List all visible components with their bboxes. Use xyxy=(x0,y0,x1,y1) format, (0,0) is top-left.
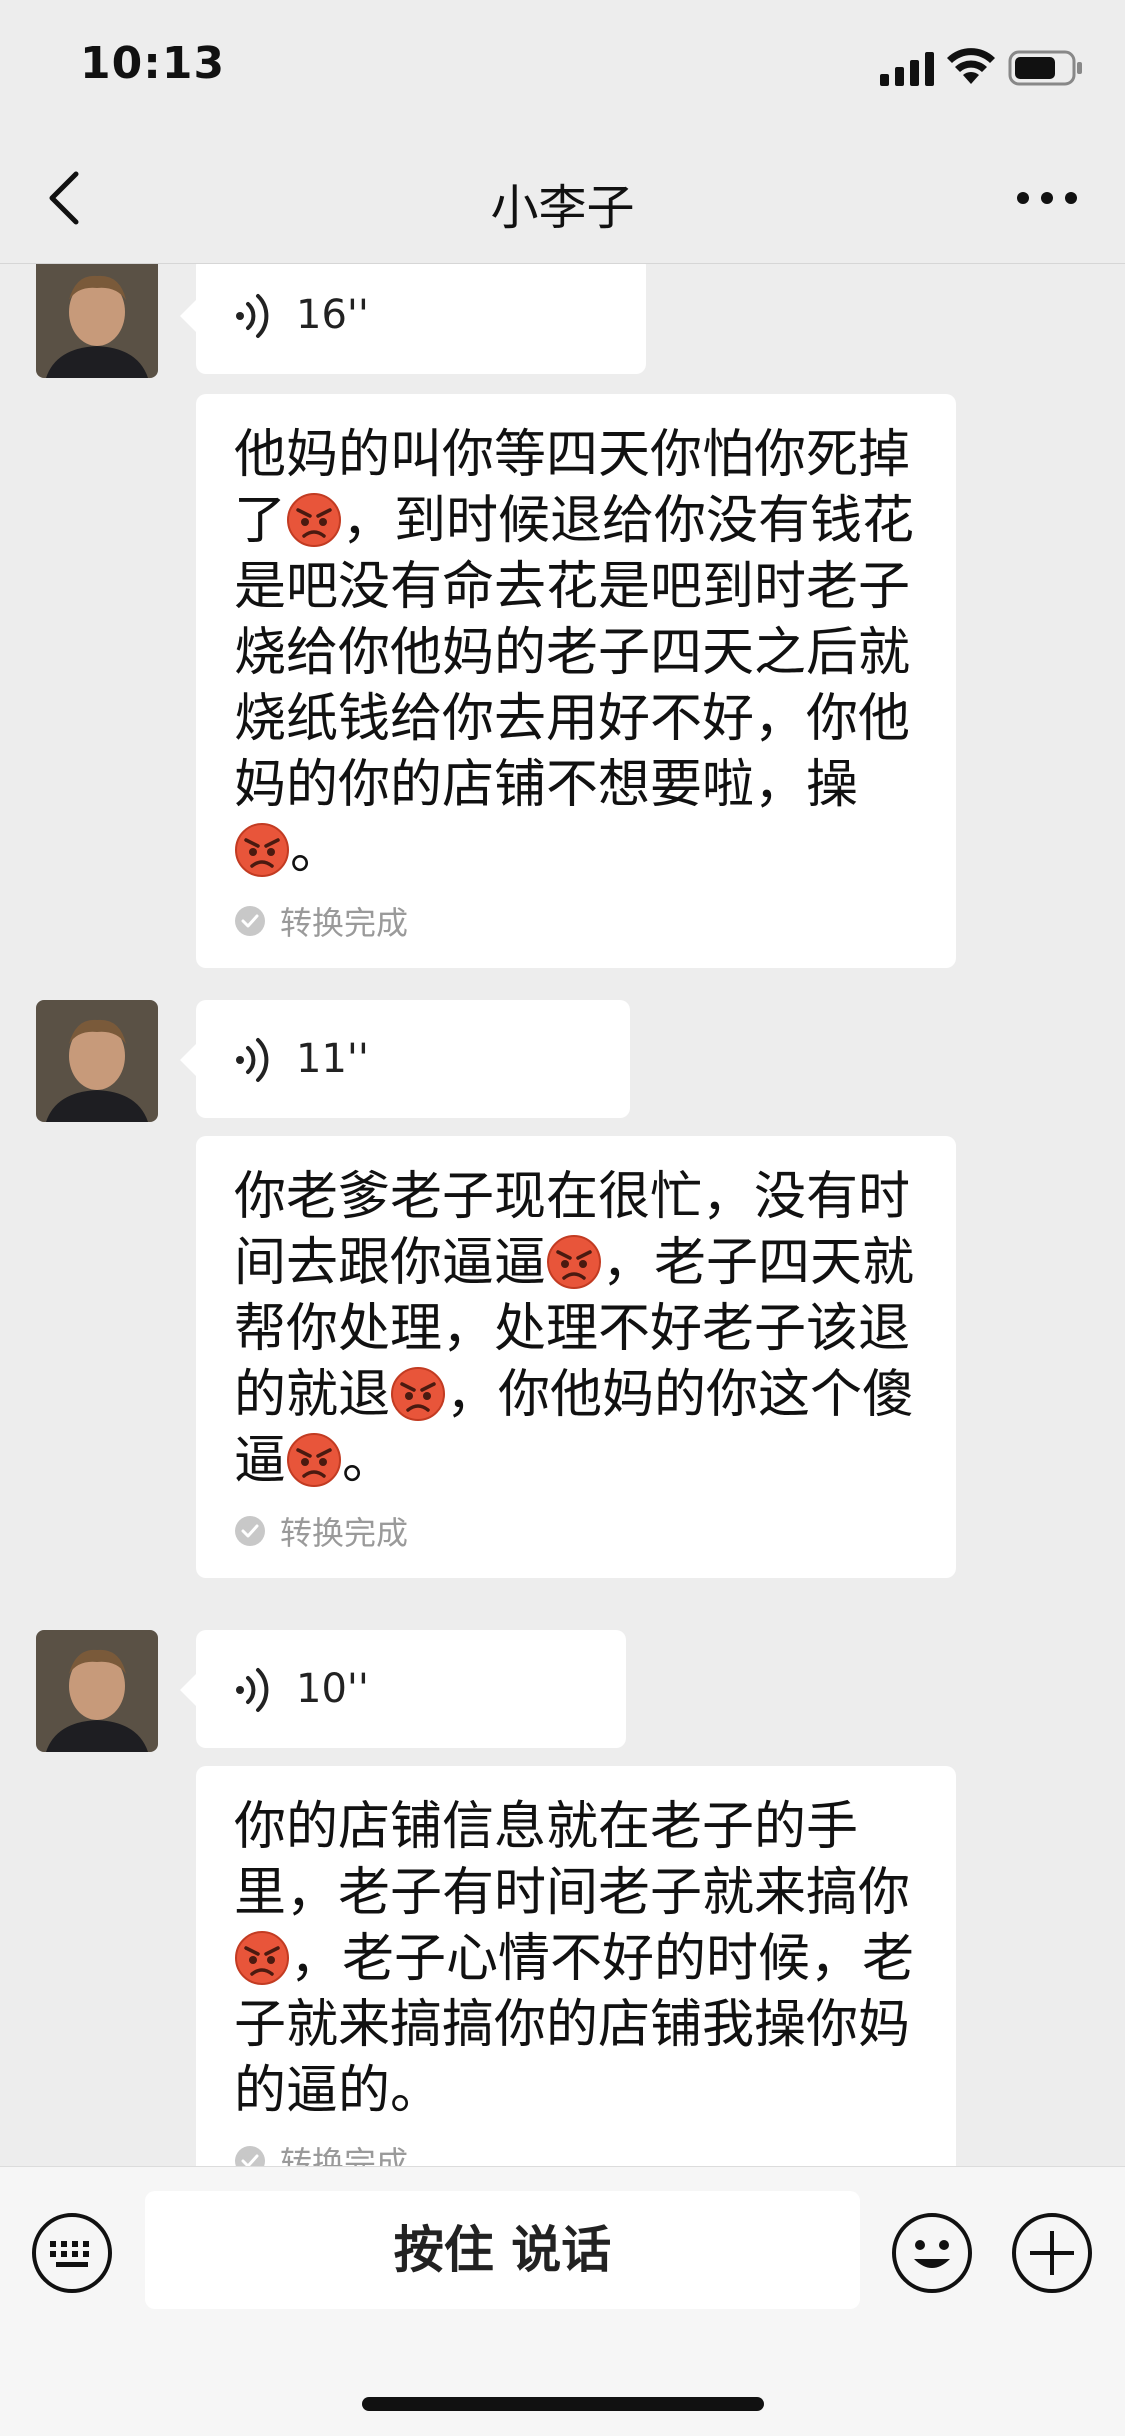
transcript-segment: 了 xyxy=(234,491,287,551)
transcript-segment: 间去跟你逼逼 xyxy=(234,1233,547,1293)
transcript-segment: 子就来搞搞你的店铺我操你妈 xyxy=(234,1995,911,2055)
transcript-status: 转换完成 xyxy=(234,898,918,944)
voice-message-bubble[interactable]: 10'' xyxy=(180,1630,626,1748)
check-circle-icon xyxy=(235,2146,265,2166)
angry-face-icon xyxy=(287,1433,342,1487)
contact-photo-icon xyxy=(36,1630,158,1752)
voice-message-bubble[interactable]: 16'' xyxy=(180,264,646,374)
wifi-icon xyxy=(947,48,995,84)
transcript-segment: 烧给你他妈的老子四天之后就 xyxy=(234,623,911,683)
status-text: 转换完成 xyxy=(280,904,409,942)
status-bar: 10:13 xyxy=(0,0,1125,132)
input-bar: 按住 说话 xyxy=(0,2166,1125,2436)
transcript-segment: ，到时候退给你没有钱花 xyxy=(342,491,915,551)
transcript-segment: 逼 xyxy=(234,1431,287,1491)
transcript-segment: 你老爹老子现在很忙，没有时 xyxy=(234,1167,911,1227)
chat-messages[interactable]: 16'' 他妈的叫你等四天你怕你死掉了 ，到时候退给你没有钱花 是吧没有命去花是吧到… xyxy=(0,264,1125,2166)
nav-bar: 小李子 xyxy=(0,132,1125,264)
transcript-segment: ，你他妈的你这个傻 xyxy=(446,1365,915,1425)
more-options-icon[interactable] xyxy=(1015,178,1079,218)
plus-icon[interactable] xyxy=(1010,2211,1094,2295)
transcript-text: 你的店铺信息就在老子的手 里，老子有时间老子就来搞你 ，老子心情不好的时候，老 子就来… xyxy=(234,1794,918,2124)
transcript-segment: 里，老子有时间老子就来搞你 xyxy=(234,1863,911,1923)
angry-face-icon xyxy=(287,493,342,547)
emoji-icon[interactable] xyxy=(890,2211,974,2295)
hold-to-talk-button[interactable]: 按住 说话 xyxy=(145,2191,860,2309)
check-circle-icon xyxy=(235,1516,265,1546)
transcript-status: 转换完成 xyxy=(234,1508,918,1554)
status-text: 转换完成 xyxy=(280,1514,409,1552)
angry-face-icon xyxy=(235,823,289,877)
voice-wave-icon xyxy=(236,1038,269,1082)
chat-title: 小李子 xyxy=(490,180,635,236)
angry-face-icon xyxy=(547,1235,602,1289)
contact-photo-icon xyxy=(36,264,158,378)
transcript-segment: 烧纸钱给你去用好不好，你他 xyxy=(234,689,911,749)
voice-transcript-bubble[interactable]: 他妈的叫你等四天你怕你死掉了 ，到时候退给你没有钱花 是吧没有命去花是吧到时老子 烧给… xyxy=(196,394,956,968)
transcript-text: 你老爹老子现在很忙，没有时 间去跟你逼逼 ，老子四天就 帮你处理，处理不好老子该退 的就… xyxy=(234,1164,918,1494)
voice-wave-icon xyxy=(236,1668,269,1712)
transcript-segment: 。 xyxy=(342,1431,395,1491)
home-indicator xyxy=(362,2397,764,2411)
voice-duration: 10'' xyxy=(296,1666,369,1712)
transcript-status: 转换完成 xyxy=(234,2138,918,2166)
contact-photo-icon xyxy=(36,1000,158,1122)
avatar[interactable] xyxy=(36,1630,158,1752)
voice-transcript-bubble[interactable]: 你老爹老子现在很忙，没有时 间去跟你逼逼 ，老子四天就 帮你处理，处理不好老子该退 的就… xyxy=(196,1136,956,1578)
voice-duration: 11'' xyxy=(296,1036,369,1082)
transcript-segment: 你的店铺信息就在老子的手 xyxy=(234,1797,859,1857)
transcript-segment: 是吧没有命去花是吧到时老子 xyxy=(234,557,911,617)
voice-transcript-bubble[interactable]: 你的店铺信息就在老子的手 里，老子有时间老子就来搞你 ，老子心情不好的时候，老 子就来… xyxy=(196,1766,956,2166)
avatar[interactable] xyxy=(36,1000,158,1122)
angry-face-icon xyxy=(391,1367,446,1421)
transcript-segment: 的就退 xyxy=(234,1365,391,1425)
transcript-segment: 的逼的。 xyxy=(234,2061,443,2121)
keyboard-icon[interactable] xyxy=(30,2211,114,2295)
transcript-text: 他妈的叫你等四天你怕你死掉了 ，到时候退给你没有钱花 是吧没有命去花是吧到时老子 烧给… xyxy=(234,422,918,884)
avatar[interactable] xyxy=(36,264,158,378)
signal-icon xyxy=(880,52,934,86)
transcript-segment: 妈的你的店铺不想要啦，操 xyxy=(234,755,859,815)
status-time: 10:13 xyxy=(80,38,226,89)
transcript-segment: 。 xyxy=(290,821,343,881)
status-text: 转换完成 xyxy=(280,2144,409,2166)
transcript-segment: ，老子四天就 xyxy=(602,1233,915,1293)
transcript-segment: 他妈的叫你等四天你怕你死掉 xyxy=(234,425,911,485)
transcript-segment: ，老子心情不好的时候，老 xyxy=(290,1929,915,1989)
check-circle-icon xyxy=(235,906,265,936)
transcript-segment: 帮你处理，处理不好老子该退 xyxy=(234,1299,911,1359)
angry-face-icon xyxy=(235,1931,289,1985)
voice-message-bubble[interactable]: 11'' xyxy=(180,1000,630,1118)
voice-duration: 16'' xyxy=(296,292,369,338)
battery-icon xyxy=(1008,50,1082,86)
voice-wave-icon xyxy=(236,294,269,338)
